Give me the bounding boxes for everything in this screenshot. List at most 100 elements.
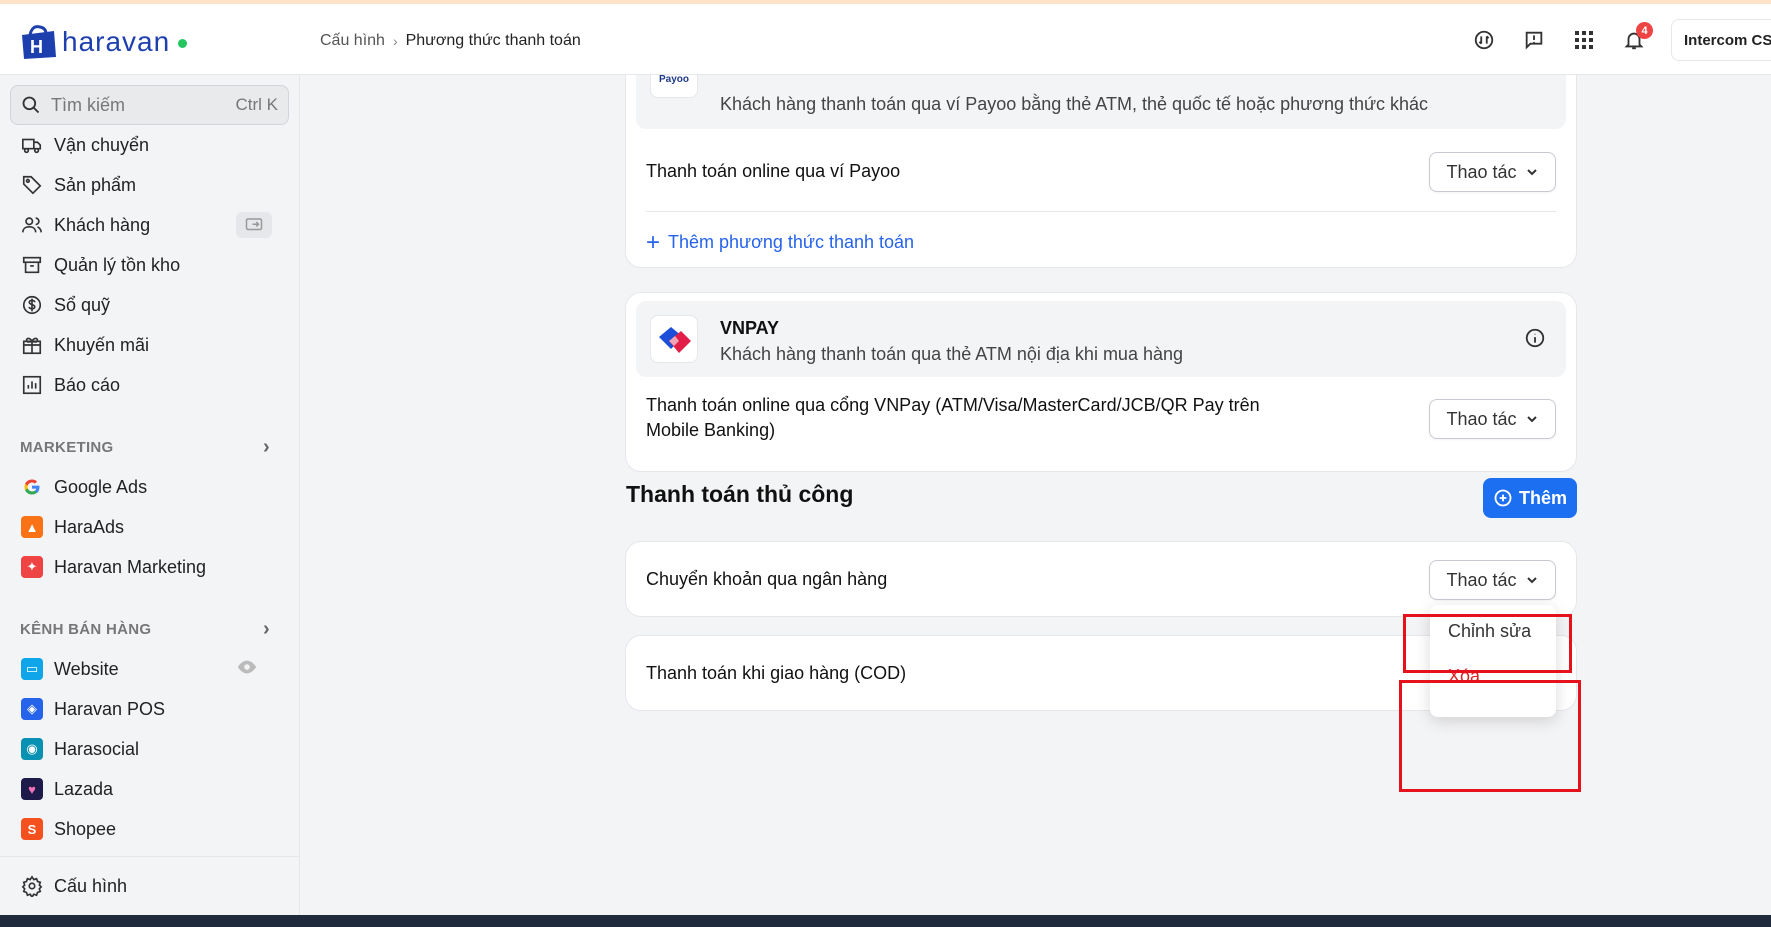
add-payment-method-label: Thêm phương thức thanh toán xyxy=(668,232,915,252)
vnpay-card: VNPAY Khách hàng thanh toán qua thẻ ATM … xyxy=(625,292,1577,472)
section-marketing[interactable]: MARKETING › xyxy=(20,436,270,459)
lazada-icon: ♥ xyxy=(20,777,44,801)
feedback-icon[interactable] xyxy=(1509,18,1559,62)
plus-circle-icon xyxy=(1494,489,1512,507)
add-manual-method-button[interactable]: Thêm xyxy=(1483,478,1577,518)
dollar-circle-icon xyxy=(20,293,44,317)
payoo-card: Payoo Khách hàng thanh toán qua ví Payoo… xyxy=(625,45,1577,268)
action-label: Thao tác xyxy=(1446,569,1517,590)
vnpay-method-label: Thanh toán online qua cổng VNPay (ATM/Vi… xyxy=(646,395,1260,440)
sidebar-item-label: Website xyxy=(54,658,119,679)
eye-icon[interactable] xyxy=(236,659,258,680)
search-placeholder: Tìm kiếm xyxy=(51,94,125,115)
sidebar-item-shipping[interactable]: Vận chuyển xyxy=(20,127,280,163)
taskbar-strip xyxy=(0,915,1771,927)
sidebar-item-reports[interactable]: Báo cáo xyxy=(20,367,280,403)
apps-grid-icon[interactable] xyxy=(1559,18,1609,62)
vnpay-logo xyxy=(650,315,698,363)
brand-logo[interactable]: H haravan xyxy=(18,22,188,62)
section-channels-label: KÊNH BÁN HÀNG xyxy=(20,621,152,638)
breadcrumb-current: Phương thức thanh toán xyxy=(405,32,581,49)
highlight-box-action xyxy=(1403,614,1572,673)
sidebar-item-website[interactable]: ▭ Website xyxy=(20,651,280,687)
sidebar-item-haraads[interactable]: ▲ HaraAds xyxy=(20,509,280,545)
bank-transfer-label: Chuyển khoản qua ngân hàng xyxy=(646,569,888,589)
tag-icon xyxy=(20,173,44,197)
sidebar-item-lazada[interactable]: ♥ Lazada xyxy=(20,771,280,807)
chevron-down-icon xyxy=(1526,577,1537,584)
sidebar-divider xyxy=(0,856,299,857)
vnpay-description: Khách hàng thanh toán qua thẻ ATM nội đị… xyxy=(720,344,1183,364)
sidebar-item-label: Vận chuyển xyxy=(54,134,150,155)
bank-transfer-action-button[interactable]: Thao tác xyxy=(1429,560,1556,600)
payoo-method-label: Thanh toán online qua ví Payoo xyxy=(646,161,901,181)
brand-name: haravan xyxy=(62,26,171,57)
haravan-marketing-icon: ✦ xyxy=(20,555,44,579)
users-icon xyxy=(20,213,44,237)
sidebar-item-google-ads[interactable]: Google Ads xyxy=(20,469,280,505)
sidebar-item-inventory[interactable]: Quản lý tồn kho xyxy=(20,247,280,283)
sidebar-item-label: Báo cáo xyxy=(54,374,121,395)
search-shortcut: Ctrl K xyxy=(235,95,279,114)
action-label: Thao tác xyxy=(1446,408,1517,429)
add-payment-method-link[interactable]: + Thêm phương thức thanh toán xyxy=(646,228,915,256)
truck-icon xyxy=(20,133,44,157)
chevron-down-icon xyxy=(1526,416,1537,423)
chevron-right-icon: › xyxy=(263,618,270,640)
vnpay-action-button[interactable]: Thao tác xyxy=(1429,399,1556,439)
google-icon xyxy=(20,475,44,499)
haravan-bag-icon: H xyxy=(18,23,60,61)
highlight-box-dropdown xyxy=(1399,680,1581,792)
plus-icon: + xyxy=(646,228,661,256)
sidebar-item-label: Khách hàng xyxy=(54,214,151,235)
sidebar-item-label: Khuyến mãi xyxy=(54,334,150,355)
pos-icon: ◈ xyxy=(20,697,44,721)
sidebar-item-harasocial[interactable]: ◉ Harasocial xyxy=(20,731,280,767)
intercom-button[interactable]: Intercom CS xyxy=(1671,19,1771,61)
sidebar-item-label: Quản lý tồn kho xyxy=(54,254,181,275)
top-bar: H haravan Cấu hình › Phương thức thanh t… xyxy=(0,4,1771,75)
chevron-right-icon: › xyxy=(392,33,398,49)
search-input[interactable]: Tìm kiếm Ctrl K xyxy=(10,85,289,125)
sidebar-item-shopee[interactable]: S Shopee xyxy=(20,811,280,847)
bell-icon[interactable]: 4 xyxy=(1609,18,1659,62)
breadcrumb-parent[interactable]: Cấu hình xyxy=(320,32,385,50)
add-button-label: Thêm xyxy=(1518,487,1567,508)
website-icon: ▭ xyxy=(20,657,44,681)
sidebar-item-promotions[interactable]: Khuyến mãi xyxy=(20,327,280,363)
sidebar-item-label: Harasocial xyxy=(54,738,140,759)
sidebar-item-cashbook[interactable]: Sổ quỹ xyxy=(20,287,280,323)
sidebar-item-haravan-pos[interactable]: ◈ Haravan POS xyxy=(20,691,280,727)
payoo-action-button[interactable]: Thao tác xyxy=(1429,152,1556,192)
sidebar-item-label: Lazada xyxy=(54,778,114,799)
vnpay-name: VNPAY xyxy=(720,318,780,338)
payoo-description: Khách hàng thanh toán qua ví Payoo bằng … xyxy=(720,94,1429,114)
open-external-icon[interactable] xyxy=(236,212,272,238)
sidebar-item-label: Cấu hình xyxy=(54,875,128,896)
sidebar-item-label: Sổ quỹ xyxy=(54,294,111,315)
section-marketing-label: MARKETING xyxy=(20,439,114,456)
harasocial-icon: ◉ xyxy=(20,737,44,761)
sidebar-item-label: Haravan Marketing xyxy=(54,556,207,577)
chevron-right-icon: › xyxy=(263,436,270,458)
sidebar: Tìm kiếm Ctrl K Vận chuyển Sản phẩm Khác… xyxy=(0,75,300,915)
search-icon xyxy=(22,96,40,114)
sidebar-item-label: Shopee xyxy=(54,818,117,839)
gift-icon xyxy=(20,333,44,357)
sidebar-item-settings[interactable]: Cấu hình xyxy=(20,868,280,904)
chevron-down-icon xyxy=(1526,169,1537,176)
cod-label: Thanh toán khi giao hàng (COD) xyxy=(646,663,907,683)
sidebar-item-customers[interactable]: Khách hàng xyxy=(20,207,280,243)
status-dot xyxy=(178,38,188,48)
sidebar-item-label: Sản phẩm xyxy=(54,174,137,195)
sidebar-item-products[interactable]: Sản phẩm xyxy=(20,167,280,203)
archive-icon xyxy=(20,253,44,277)
sidebar-item-haravan-marketing[interactable]: ✦ Haravan Marketing xyxy=(20,549,280,585)
info-icon[interactable] xyxy=(1524,327,1546,354)
divider xyxy=(646,211,1556,212)
breadcrumb: Cấu hình › Phương thức thanh toán xyxy=(320,32,581,50)
section-sales-channels[interactable]: KÊNH BÁN HÀNG › xyxy=(20,618,270,641)
shopee-icon: S xyxy=(20,817,44,841)
exchange-icon[interactable] xyxy=(1459,18,1509,62)
chart-icon xyxy=(20,373,44,397)
